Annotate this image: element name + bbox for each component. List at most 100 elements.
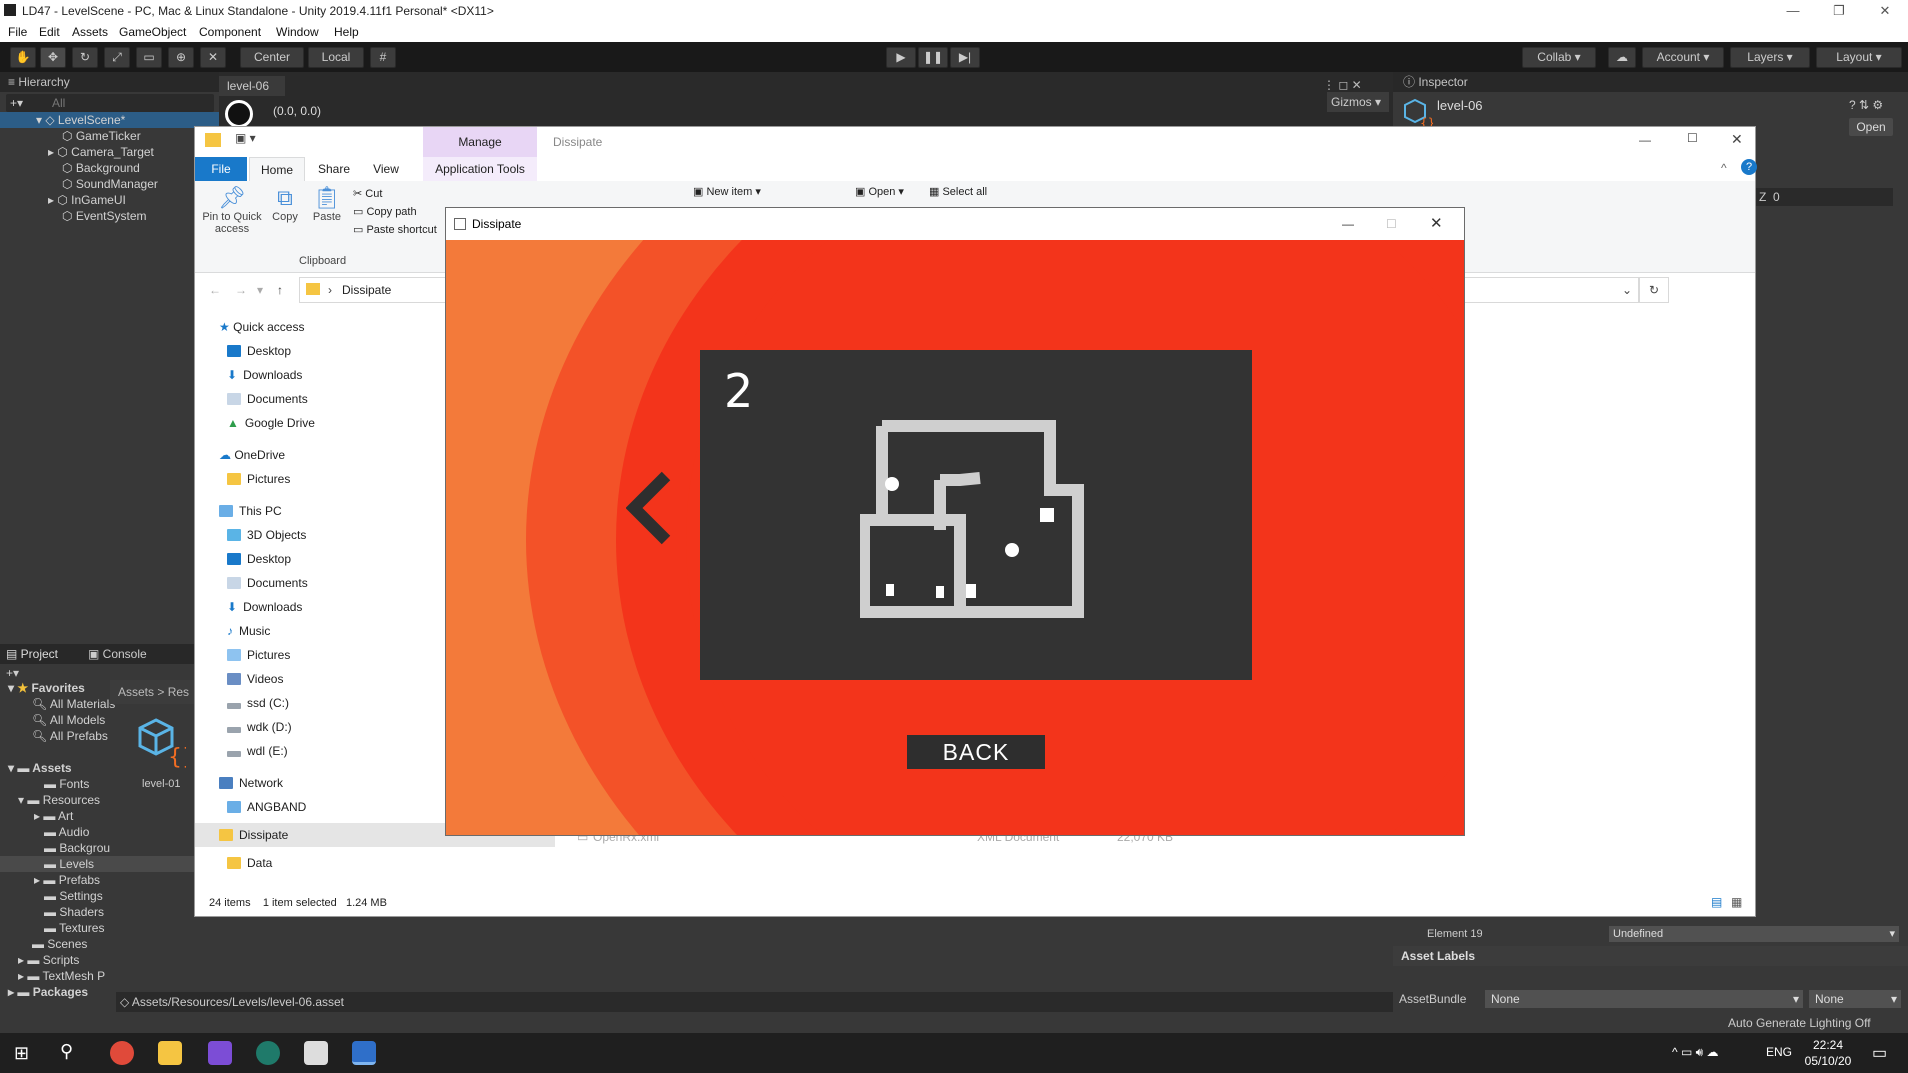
up-icon[interactable]: ↑	[277, 283, 283, 297]
nav-item[interactable]: ANGBAND	[227, 799, 306, 815]
add-icon[interactable]: +▾	[10, 96, 23, 110]
hierarchy-item[interactable]: ▸ ⬡ Camera_Target	[0, 144, 154, 160]
nav-item[interactable]: wdk (D:)	[227, 719, 292, 735]
scene-row[interactable]: ▾ ◇ LevelScene*	[0, 112, 219, 128]
folder-row[interactable]: ▬ Shaders	[0, 904, 104, 920]
clock[interactable]: 22:24 05/10/20	[1798, 1037, 1858, 1069]
search-icon[interactable]: ⚲	[60, 1041, 73, 1062]
nav-item[interactable]: ♪ Music	[227, 623, 270, 639]
scene-tab[interactable]: level-06	[219, 76, 285, 96]
transform-tool-icon[interactable]: ⊕	[168, 47, 194, 68]
folder-row[interactable]: ▸ ▬ Scripts	[0, 952, 79, 968]
project-breadcrumb[interactable]: Assets > Res	[110, 680, 194, 704]
nav-item[interactable]: ▲ Google Drive	[227, 415, 315, 431]
element19-dropdown[interactable]: Undefined ▾	[1609, 926, 1899, 942]
back-icon[interactable]: ←	[209, 283, 221, 297]
paste-shortcut-button[interactable]: ▭ Paste shortcut	[353, 223, 437, 236]
rect-tool-icon[interactable]: ▭	[136, 47, 162, 68]
nav-network[interactable]: Network	[219, 775, 283, 791]
tab-view[interactable]: View	[361, 157, 411, 181]
recent-icon[interactable]: ▾	[257, 283, 263, 297]
nav-item[interactable]: Data	[227, 855, 272, 871]
inspector-settings-icon[interactable]: ? ⇅ ⚙	[1849, 98, 1883, 112]
custom-tool-icon[interactable]: ✕	[200, 47, 226, 68]
open-button[interactable]: ▣ Open ▾	[855, 185, 904, 198]
prev-level-arrow[interactable]	[625, 470, 686, 550]
folder-row[interactable]: ▬ Backgrou	[0, 840, 110, 856]
tab-file[interactable]: File	[195, 157, 247, 181]
quick-toolbar-icon[interactable]: ▣ ▾	[235, 131, 256, 145]
explorer-maximize-icon[interactable]: ☐	[1687, 131, 1698, 145]
step-icon[interactable]: ▶|	[950, 47, 980, 68]
nav-item[interactable]: wdl (E:)	[227, 743, 288, 759]
start-icon[interactable]: ⊞	[14, 1043, 29, 1064]
menu-assets[interactable]: Assets	[72, 25, 108, 39]
open-button[interactable]: Open	[1849, 118, 1893, 136]
nav-item[interactable]: Documents	[227, 575, 308, 591]
pivot-local-button[interactable]: Local	[308, 47, 364, 68]
favorite-item[interactable]: 🔍︎ All Materials	[0, 696, 115, 712]
details-view-icon[interactable]: ▤	[1711, 895, 1722, 909]
copy-button[interactable]: ⧉ Copy	[267, 185, 303, 241]
assets-row[interactable]: ▾ ▬ Assets	[0, 760, 72, 776]
back-button[interactable]: BACK	[907, 735, 1045, 769]
hierarchy-item[interactable]: ⬡ GameTicker	[0, 128, 141, 144]
hierarchy-item[interactable]: ⬡ EventSystem	[0, 208, 147, 224]
nav-item[interactable]: Videos	[227, 671, 283, 687]
menu-help[interactable]: Help	[334, 25, 359, 39]
favorite-item[interactable]: 🔍︎ All Prefabs	[0, 728, 108, 744]
ribbon-collapse-icon[interactable]: ^	[1721, 161, 1727, 175]
rotate-tool-icon[interactable]: ↻	[72, 47, 98, 68]
collab-button[interactable]: Collab ▾	[1522, 47, 1596, 68]
app-icon[interactable]	[256, 1041, 280, 1065]
layers-button[interactable]: Layers ▾	[1730, 47, 1810, 68]
notifications-icon[interactable]: ▭	[1872, 1043, 1887, 1063]
copy-path-button[interactable]: ▭ Copy path	[353, 205, 417, 218]
folder-row-selected[interactable]: ▬ Levels	[0, 856, 219, 872]
hierarchy-item[interactable]: ⬡ SoundManager	[0, 176, 158, 192]
pin-button[interactable]: 📌︎ Pin to Quick access	[201, 185, 263, 241]
select-all-button[interactable]: ▦ Select all	[929, 185, 987, 198]
nav-item[interactable]: ⬇ Downloads	[227, 367, 302, 383]
scale-tool-icon[interactable]: ⤢	[104, 47, 130, 68]
gizmos-button[interactable]: Gizmos ▾	[1327, 92, 1389, 112]
favorite-item[interactable]: 🔍︎ All Models	[0, 712, 105, 728]
nav-this-pc[interactable]: This PC	[219, 503, 282, 519]
hierarchy-item[interactable]: ▸ ⬡ InGameUI	[0, 192, 126, 208]
minimize-icon[interactable]: —	[1770, 0, 1816, 22]
manage-tab[interactable]: Manage	[423, 127, 537, 157]
file-explorer-icon[interactable]	[158, 1041, 182, 1065]
breadcrumb-res[interactable]: Res	[168, 685, 189, 699]
game-close-icon[interactable]: ✕	[1430, 208, 1443, 240]
paste-button[interactable]: 📋︎ Paste	[307, 185, 347, 241]
asset-cube-icon[interactable]: {}	[138, 716, 196, 770]
layout-button[interactable]: Layout ▾	[1816, 47, 1902, 68]
tab-share[interactable]: Share	[309, 157, 359, 181]
grid-snap-icon[interactable]: #	[370, 47, 396, 68]
hierarchy-search[interactable]: +▾ All	[6, 94, 214, 112]
hand-tool-icon[interactable]: ✋	[10, 47, 36, 68]
help-icon[interactable]: ?	[1741, 159, 1757, 175]
language-indicator[interactable]: ENG	[1766, 1045, 1792, 1059]
unity-icon[interactable]	[304, 1041, 328, 1065]
game-app-icon[interactable]	[352, 1041, 376, 1065]
variant-dropdown[interactable]: None ▾	[1809, 990, 1901, 1008]
new-item-button[interactable]: ▣ New item ▾	[693, 185, 761, 198]
menu-gameobject[interactable]: GameObject	[119, 25, 186, 39]
game-minimize-icon[interactable]: —	[1342, 208, 1354, 240]
packages-row[interactable]: ▸ ▬ Packages	[0, 984, 88, 1000]
menu-window[interactable]: Window	[276, 25, 319, 39]
nav-item[interactable]: Pictures	[227, 647, 290, 663]
restore-icon[interactable]: ❐	[1816, 0, 1862, 22]
favorites-row[interactable]: ▾ ★ Favorites	[0, 680, 85, 696]
nav-item[interactable]: Desktop	[227, 551, 291, 567]
level-card[interactable]: 2	[700, 350, 1252, 680]
large-icons-view-icon[interactable]: ▦	[1731, 895, 1742, 909]
cut-button[interactable]: ✂ Cut	[353, 187, 382, 200]
close-icon[interactable]: ✕	[1862, 0, 1908, 22]
forward-icon[interactable]: →	[235, 283, 247, 297]
breadcrumb-assets[interactable]: Assets	[118, 685, 154, 699]
folder-row[interactable]: ▸ ▬ Prefabs	[0, 872, 100, 888]
nav-item[interactable]: Desktop	[227, 343, 291, 359]
folder-row[interactable]: ▬ Audio	[0, 824, 89, 840]
